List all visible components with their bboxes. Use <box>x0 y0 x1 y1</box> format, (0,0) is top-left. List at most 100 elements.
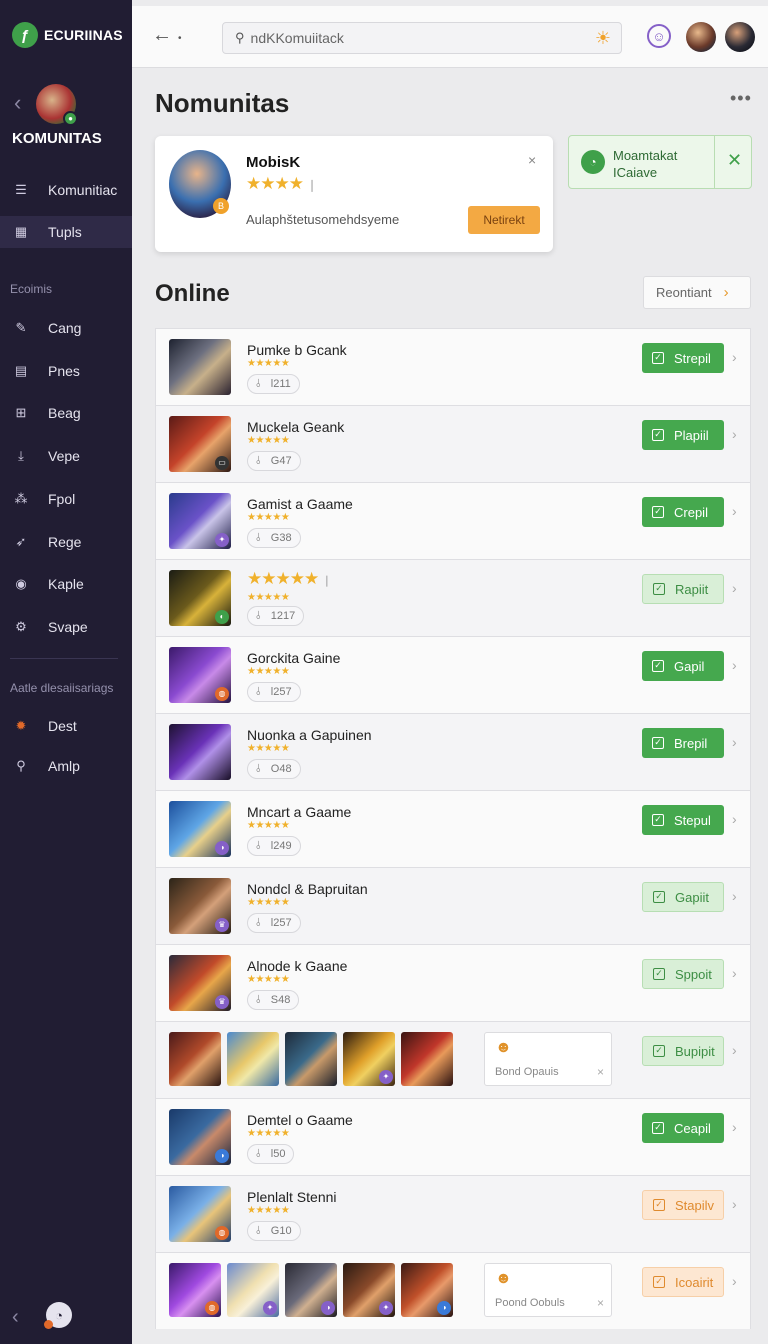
play-button[interactable]: ✓ Rapiit <box>642 574 724 604</box>
game-thumbnail[interactable] <box>169 339 231 395</box>
recent-button[interactable]: Reontiant › <box>643 276 751 309</box>
game-thumbnail[interactable]: ✦ <box>227 1263 279 1317</box>
chevron-right-icon[interactable]: › <box>732 888 737 904</box>
chevron-right-icon[interactable]: › <box>732 1042 737 1058</box>
game-thumbnail[interactable]: ◑ <box>285 1263 337 1317</box>
game-thumbnail[interactable]: ▭ <box>169 416 231 472</box>
user-avatar-secondary[interactable] <box>725 22 755 52</box>
sidebar-item-tupls[interactable]: ▦ Tupls <box>0 216 132 248</box>
chevron-right-icon[interactable]: › <box>732 657 737 673</box>
emoji-icon[interactable]: ☺ <box>647 24 671 48</box>
search-input[interactable] <box>250 30 595 46</box>
list-item[interactable]: ▭ Muckela Geank ★★★★★ ⫰ G47 ✓ Plapiil › <box>155 405 751 482</box>
game-thumbnail[interactable]: ◍ <box>169 1186 231 1242</box>
chevron-right-icon[interactable]: › <box>732 1119 737 1135</box>
chevron-right-icon[interactable]: › <box>732 811 737 827</box>
play-button[interactable]: ✓ Brepil <box>642 728 724 758</box>
game-thumbnail[interactable] <box>169 724 231 780</box>
play-button[interactable]: ✓ Ceapil <box>642 1113 724 1143</box>
chevron-right-icon[interactable]: › <box>732 965 737 981</box>
game-thumbnail[interactable] <box>401 1032 453 1086</box>
bonus-card[interactable]: ☻ Bond Opauis × <box>484 1032 612 1086</box>
play-button[interactable]: ✓ Stapilv <box>642 1190 724 1220</box>
game-thumbnail[interactable]: ✦ <box>343 1032 395 1086</box>
collapse-arrow-icon[interactable]: ‹ <box>12 1306 19 1329</box>
brand[interactable]: ƒ ECURIINAS <box>12 22 123 48</box>
game-thumbnail[interactable]: ◑ <box>169 1109 231 1165</box>
list-item[interactable]: ◑ Mncart a Gaame ★★★★★ ⫰ Ɩ249 ✓ Stepul › <box>155 790 751 867</box>
game-thumbnail[interactable]: ✦ <box>343 1263 395 1317</box>
play-button-label: Icoairit <box>675 1274 714 1290</box>
sidebar-item-pnes[interactable]: ▤ Pnes <box>0 355 132 387</box>
toast-close-icon[interactable]: ✕ <box>727 150 742 171</box>
bonus-card[interactable]: ☻ Poond Oobuls × <box>484 1263 612 1317</box>
close-icon[interactable]: × <box>528 152 536 168</box>
list-item[interactable]: ◑ Demtel o Gaame ★★★★★ ⫰ Ɩ50 ✓ Ceapil › <box>155 1098 751 1175</box>
dismiss-icon[interactable]: × <box>597 1296 604 1310</box>
chevron-right-icon[interactable]: › <box>732 426 737 442</box>
play-button[interactable]: ✓ Sppoit <box>642 959 724 989</box>
game-thumbnail[interactable]: ♛ <box>169 878 231 934</box>
back-arrow-icon[interactable]: ‹ <box>14 90 21 116</box>
featured-action-button[interactable]: Netirekt <box>468 206 540 234</box>
user-avatar[interactable] <box>686 22 716 52</box>
community-avatar[interactable]: ● <box>36 84 78 126</box>
game-thumbnail[interactable] <box>169 1032 221 1086</box>
check-icon: ✓ <box>653 968 665 980</box>
play-button[interactable]: ✓ Bupipit <box>642 1036 724 1066</box>
sidebar-item-vepe[interactable]: ⤓ Vepe <box>0 440 132 472</box>
sidebar-item-svape[interactable]: ⚙ Svape <box>0 611 132 643</box>
sidebar-item-cang[interactable]: ✎ Cang <box>0 312 132 344</box>
list-item[interactable]: ♛ Alnode k Gaane ★★★★★ ⫰ S48 ✓ Sppoit › <box>155 944 751 1021</box>
sidebar-item-komunitiac[interactable]: ☰ Komunitiac <box>0 174 132 206</box>
more-options-icon[interactable]: ••• <box>730 88 752 109</box>
sidebar-item-label: Beag <box>48 405 81 422</box>
list-item[interactable]: ✦ Gamist a Gaame ★★★★★ ⫰ G38 ✓ Crepil › <box>155 482 751 559</box>
sidebar-item-beag[interactable]: ⊞ Beag <box>0 397 132 429</box>
sidebar-item-kaple[interactable]: ◉ Kaple <box>0 568 132 600</box>
game-thumbnail[interactable]: ◍ <box>169 1263 221 1317</box>
chevron-right-icon[interactable]: › <box>732 1273 737 1289</box>
list-item[interactable]: ◍ Plenlalt Stenni ★★★★★ ⫰ G10 ✓ Stapilv › <box>155 1175 751 1252</box>
play-button[interactable]: ✓ Strepil <box>642 343 724 373</box>
play-button[interactable]: ✓ Gapil <box>642 651 724 681</box>
play-button[interactable]: ✓ Stepul <box>642 805 724 835</box>
profile-status-icon[interactable]: ◔ <box>44 1302 72 1329</box>
play-button[interactable]: ✓ Gapiit <box>642 882 724 912</box>
dismiss-icon[interactable]: × <box>597 1065 604 1079</box>
list-item[interactable]: ♛ Nondcl & Bapruitan ★★★★★ ⫰ Ɩ257 ✓ Gapiit › <box>155 867 751 944</box>
doc-icon: ▤ <box>14 362 28 378</box>
list-item[interactable]: ✦ ☻ Bond Opauis × ✓ Bupipit › <box>155 1021 751 1098</box>
game-thumbnail[interactable] <box>285 1032 337 1086</box>
sidebar-item-rege[interactable]: ➶ Rege <box>0 526 132 558</box>
chevron-right-icon[interactable]: › <box>732 503 737 519</box>
list-item[interactable]: Nuonka a Gapuinen ★★★★★ ⫰ O48 ✓ Brepil › <box>155 713 751 790</box>
play-button[interactable]: ✓ Crepil <box>642 497 724 527</box>
game-thumbnail[interactable] <box>227 1032 279 1086</box>
game-thumbnail[interactable]: ✦ <box>169 493 231 549</box>
featured-card[interactable]: B MobisK ★★★★ ❘ Aulaphštetusomehdsyeme Ne… <box>155 136 553 252</box>
sidebar-item-dest[interactable]: ✹ Dest <box>0 710 132 742</box>
list-item[interactable]: ◐ ★★★★★ ❘ ★★★★★ ⫰ 1217 ✓ Rapiit › <box>155 559 751 636</box>
game-thumbnail[interactable]: ♛ <box>169 955 231 1011</box>
play-button[interactable]: ✓ Icoairit <box>642 1267 724 1297</box>
list-item[interactable]: Pumke b Gcank ★★★★★ ⫰ Ɩ211 ✓ Strepil › <box>155 328 751 405</box>
game-title: Gorckita Gaine <box>247 650 341 666</box>
search-bar[interactable]: ⚲ ☀ <box>222 22 622 54</box>
chevron-right-icon[interactable]: › <box>732 734 737 750</box>
game-thumbnail[interactable]: ◍ <box>169 647 231 703</box>
chevron-right-icon[interactable]: › <box>732 580 737 596</box>
back-icon[interactable]: ← • <box>152 24 182 47</box>
sun-icon[interactable]: ☀ <box>595 28 611 49</box>
play-button[interactable]: ✓ Plapiil <box>642 420 724 450</box>
game-thumbnail[interactable]: ◑ <box>169 801 231 857</box>
game-thumbnail[interactable]: ◑ <box>401 1263 453 1317</box>
game-thumbnail[interactable]: ◐ <box>169 570 231 626</box>
list-item[interactable]: ◍ Gorckita Gaine ★★★★★ ⫰ Ɩ257 ✓ Gapil › <box>155 636 751 713</box>
sidebar-item-amlp[interactable]: ⚲ Amlp <box>0 750 132 782</box>
online-heading: Online <box>155 280 230 307</box>
chevron-right-icon[interactable]: › <box>732 1196 737 1212</box>
sidebar-item-fpol[interactable]: ⁂ Fpol <box>0 483 132 515</box>
list-item[interactable]: ◍ ✦ ◑ ✦ ◑ ☻ Poond Oobuls × ✓ Icoairit › <box>155 1252 751 1329</box>
chevron-right-icon[interactable]: › <box>732 349 737 365</box>
